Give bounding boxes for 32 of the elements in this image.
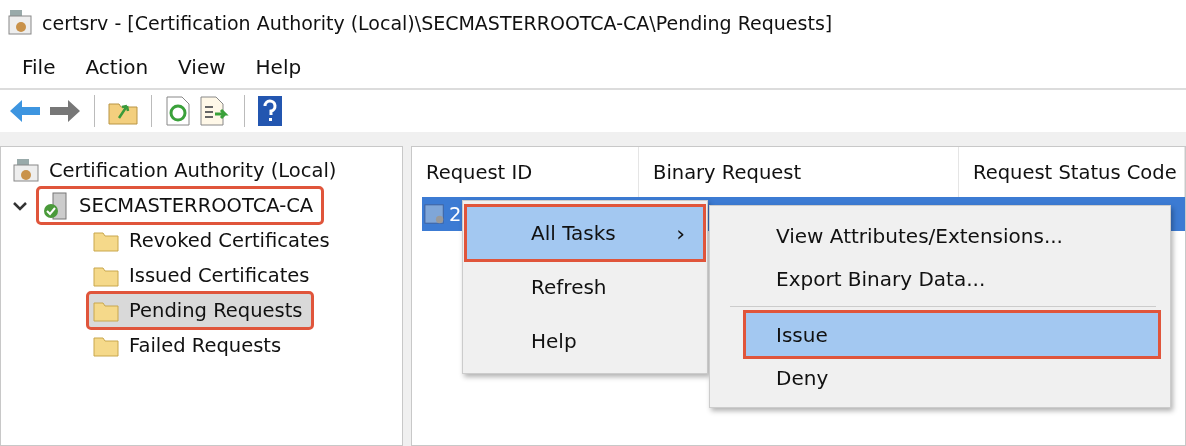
- refresh-icon[interactable]: [164, 95, 192, 127]
- menu-item[interactable]: View: [174, 53, 230, 81]
- menu-item[interactable]: Help: [251, 53, 306, 81]
- menu-item[interactable]: Issue: [746, 313, 1158, 356]
- server-icon: [43, 191, 69, 220]
- export-list-icon[interactable]: [198, 95, 232, 127]
- folder-icon: [93, 229, 119, 252]
- menu-item[interactable]: Deny: [710, 356, 1158, 399]
- menu-item[interactable]: View Attributes/Extensions...: [710, 214, 1158, 257]
- tree-item[interactable]: Revoked Certificates: [89, 224, 338, 257]
- tree-item[interactable]: Issued Certificates: [89, 259, 318, 292]
- folder-icon: [93, 334, 119, 357]
- tree-item[interactable]: Pending Requests: [89, 294, 311, 327]
- folder-icon: [93, 299, 119, 322]
- forward-arrow-icon[interactable]: [48, 97, 82, 125]
- tree-item[interactable]: Certification Authority (Local): [9, 154, 345, 187]
- menu-item[interactable]: File: [18, 53, 60, 81]
- certificate-icon: [13, 157, 39, 184]
- help-icon[interactable]: [257, 95, 283, 127]
- certificate-icon: [8, 9, 34, 37]
- menu-item[interactable]: Export Binary Data...: [710, 257, 1158, 300]
- folder-icon: [93, 264, 119, 287]
- tree-item[interactable]: SECMASTERROOTCA-CA: [39, 189, 322, 222]
- tree-item[interactable]: Failed Requests: [89, 329, 290, 362]
- menu-item[interactable]: Action: [81, 53, 153, 81]
- request-icon: [424, 203, 446, 225]
- window-title: certsrv - [Certification Authority (Local)\SECMASTERROOTCA-CA\Pending Requests]: [42, 12, 833, 34]
- back-arrow-icon[interactable]: [8, 97, 42, 125]
- menu-item[interactable]: All Tasks ›: [467, 207, 703, 259]
- table-cell: 2: [449, 202, 462, 226]
- menu-item[interactable]: Help: [467, 315, 703, 367]
- menu-item[interactable]: Refresh: [467, 261, 703, 313]
